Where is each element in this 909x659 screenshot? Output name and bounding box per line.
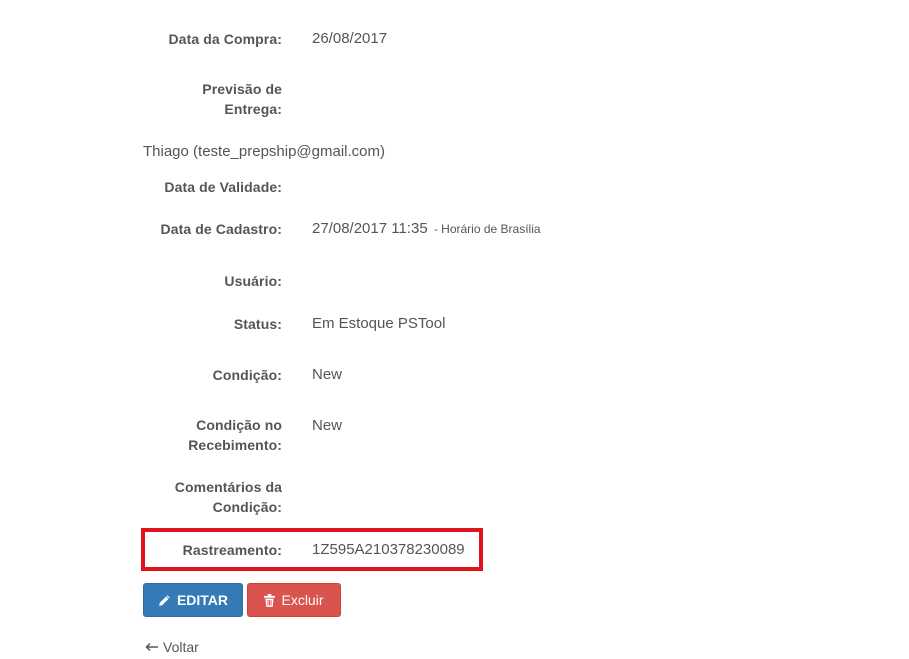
label-data-cadastro: Data de Cadastro: (160, 221, 282, 237)
value-condicao: New (312, 366, 343, 383)
trash-icon (264, 593, 276, 607)
arrow-left-icon (145, 637, 159, 657)
back-link-label: Voltar (163, 639, 199, 655)
label-previsao-entrega-line1: Previsão de (202, 81, 282, 97)
edit-button-label: EDITAR (176, 592, 229, 608)
owner-text: Thiago (teste_prepship@gmail.com) (143, 143, 385, 160)
label-comentarios-condicao-line1: Comentários da (174, 479, 282, 495)
label-condicao-recebimento: Condição no Recebimento: (42, 415, 282, 455)
timezone-note: - Horário de Brasília (433, 222, 541, 236)
value-rastreamento: 1Z595A210378230089 (312, 541, 465, 558)
value-data-cadastro: 27/08/2017 11:35 - Horário de Brasília (312, 219, 541, 239)
value-condicao-recebimento: New (312, 417, 343, 434)
value-status: Em Estoque PSTool (312, 315, 446, 332)
delete-button-label: Excluir (281, 592, 324, 608)
label-condicao: Condição: (212, 367, 282, 383)
label-usuario: Usuário: (224, 273, 282, 289)
label-status: Status: (233, 316, 282, 332)
delete-button[interactable]: Excluir (247, 583, 341, 617)
label-previsao-entrega-line2: Entrega: (224, 101, 282, 117)
edit-button[interactable]: EDITAR (143, 583, 243, 617)
label-previsao-entrega: Previsão de Entrega: (42, 79, 282, 119)
value-data-cadastro-datetime: 27/08/2017 11:35 (312, 220, 428, 237)
value-data-compra: 26/08/2017 (312, 30, 388, 47)
label-rastreamento: Rastreamento: (182, 542, 282, 558)
label-data-validade: Data de Validade: (164, 179, 282, 195)
label-data-compra: Data da Compra: (168, 31, 282, 47)
label-condicao-recebimento-line2: Recebimento: (188, 437, 282, 453)
back-link[interactable]: Voltar (145, 637, 199, 657)
pencil-icon (158, 594, 171, 607)
label-comentarios-condicao-line2: Condição: (212, 499, 282, 515)
label-comentarios-condicao: Comentários da Condição: (42, 477, 282, 517)
label-condicao-recebimento-line1: Condição no (196, 417, 282, 433)
